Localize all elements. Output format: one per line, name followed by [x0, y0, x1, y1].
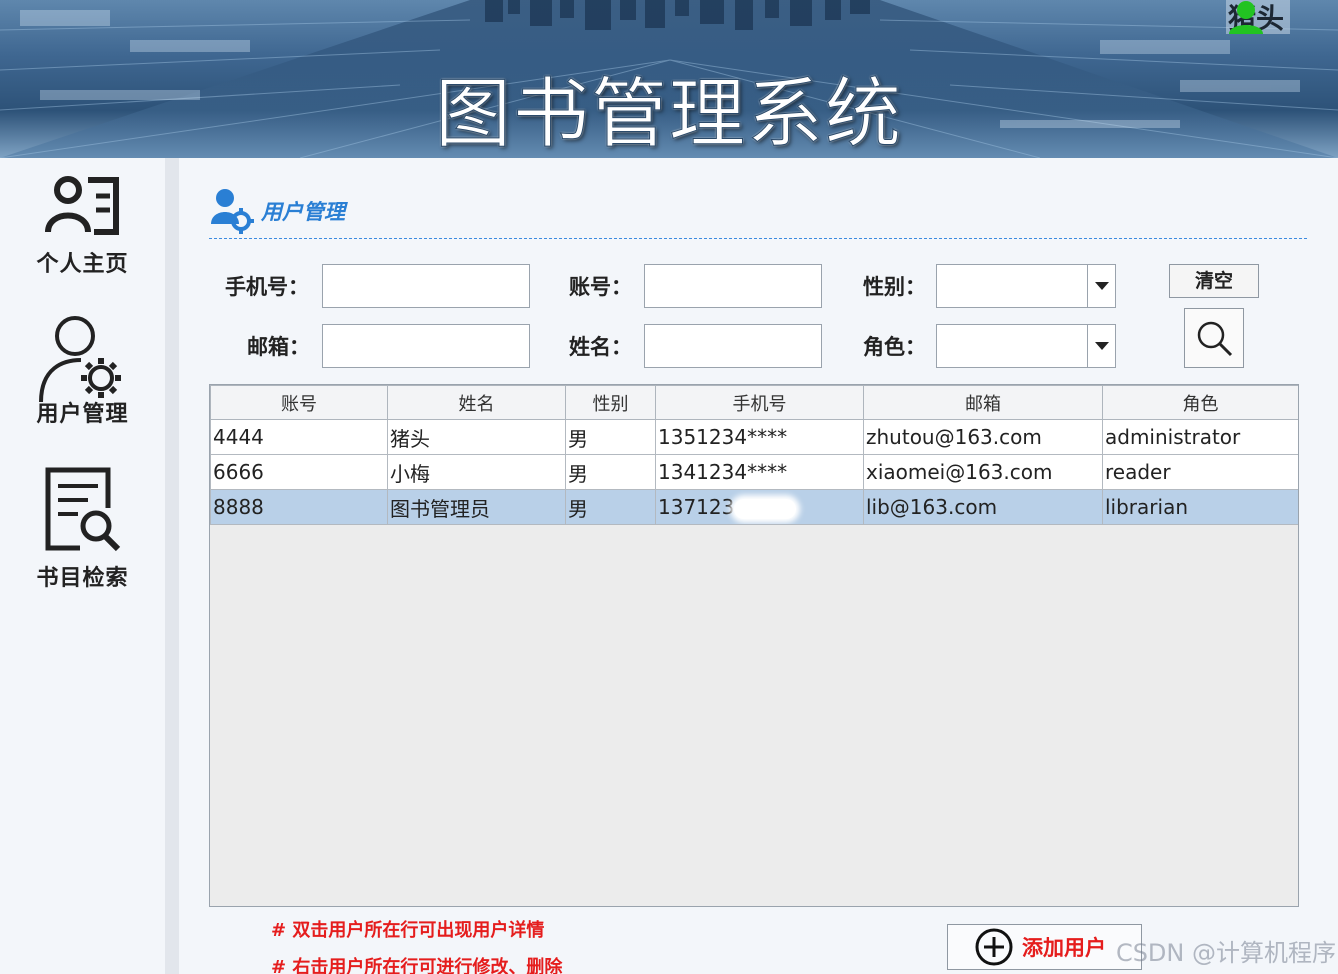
cell-email: xiaomei@163.com: [863, 454, 1103, 490]
sidebar-item-label: 个人主页: [36, 252, 129, 277]
sidebar-item-user-management[interactable]: 用户管理: [0, 312, 165, 428]
watermark: CSDN @计算机程序: [1115, 939, 1336, 967]
cell-name: 猪头: [387, 419, 566, 455]
account-label: 账号：: [569, 275, 632, 299]
sidebar: 个人主页 用户管理 书目检索: [0, 158, 165, 974]
account-input[interactable]: [644, 264, 822, 308]
profile-card-icon: [44, 176, 119, 235]
cell-email: lib@163.com: [863, 489, 1103, 525]
sidebar-item-label: 用户管理: [36, 402, 129, 427]
cell-phone: 1351234****: [655, 419, 864, 455]
column-header-name[interactable]: 姓名: [387, 385, 566, 420]
phone-input[interactable]: [322, 264, 530, 308]
role-label: 角色：: [863, 335, 926, 359]
cell-phone-text: 137123: [658, 495, 735, 519]
column-header-role[interactable]: 角色: [1102, 385, 1298, 420]
users-gear-icon: [211, 189, 254, 234]
main-content: 用户管理 手机号： 账号： 性别： 清空 邮箱： 姓名： 角色： 账号 姓名 性…: [179, 158, 1338, 974]
user-icon: [1228, 1, 1263, 34]
section-title: 用户管理: [261, 200, 345, 224]
chevron-down-icon[interactable]: [1087, 325, 1115, 367]
header-banner: 图书管理系统 猪头: [0, 0, 1338, 158]
cell-role: reader: [1102, 454, 1298, 490]
add-user-button[interactable]: 添加用户: [947, 924, 1142, 970]
cell-name: 小梅: [387, 454, 566, 490]
document-search-icon: [45, 467, 120, 552]
column-header-phone[interactable]: 手机号: [655, 385, 864, 420]
cell-phone: 1341234****: [655, 454, 864, 490]
name-input[interactable]: [644, 324, 822, 368]
table-row-selected[interactable]: 8888 图书管理员 男 137123 lib@163.com libraria…: [210, 489, 1298, 525]
cell-role: administrator: [1102, 419, 1298, 455]
cell-email: zhutou@163.com: [863, 419, 1103, 455]
add-user-label: 添加用户: [1022, 936, 1106, 960]
table-header-row: 账号 姓名 性别 手机号 邮箱 角色: [210, 385, 1298, 420]
gender-select[interactable]: [936, 264, 1116, 308]
cell-gender: 男: [565, 489, 656, 525]
cell-gender: 男: [565, 454, 656, 490]
search-button[interactable]: [1184, 308, 1244, 368]
cell-gender: 男: [565, 419, 656, 455]
column-header-gender[interactable]: 性别: [565, 385, 656, 420]
sidebar-item-book-search[interactable]: 书目检索: [0, 464, 165, 592]
redaction-blur: [734, 498, 797, 519]
section-divider: [209, 238, 1307, 239]
table-row[interactable]: 6666 小梅 男 1341234**** xiaomei@163.com re…: [210, 454, 1298, 490]
gender-label: 性别：: [863, 275, 926, 299]
hint-right-click: # 右击用户所在行可进行修改、删除: [271, 957, 563, 974]
cell-account: 8888: [210, 489, 388, 525]
cell-role: librarian: [1102, 489, 1298, 525]
user-table[interactable]: 账号 姓名 性别 手机号 邮箱 角色 4444 猪头 男 1351234****…: [209, 384, 1299, 907]
email-input[interactable]: [322, 324, 530, 368]
cell-phone: 137123: [655, 489, 864, 525]
cell-account: 6666: [210, 454, 388, 490]
name-label: 姓名：: [569, 335, 632, 359]
hint-double-click: # 双击用户所在行可出现用户详情: [271, 920, 545, 941]
section-header: 用户管理: [209, 188, 345, 234]
sidebar-item-profile[interactable]: 个人主页: [0, 172, 165, 278]
sidebar-item-label: 书目检索: [36, 566, 129, 591]
plus-circle-icon: [975, 928, 1013, 966]
email-label: 邮箱：: [247, 335, 310, 359]
user-gear-icon: [38, 316, 121, 403]
column-header-email[interactable]: 邮箱: [863, 385, 1103, 420]
role-select[interactable]: [936, 324, 1116, 368]
cell-name: 图书管理员: [387, 489, 566, 525]
column-header-account[interactable]: 账号: [210, 385, 388, 420]
table-row[interactable]: 4444 猪头 男 1351234**** zhutou@163.com adm…: [210, 419, 1298, 455]
sidebar-divider: [165, 158, 179, 974]
search-icon: [1197, 321, 1233, 357]
app-title: 图书管理系统: [435, 69, 903, 159]
current-user-badge[interactable]: 猪头: [1225, 0, 1290, 35]
phone-label: 手机号：: [225, 275, 309, 299]
clear-button[interactable]: 清空: [1169, 264, 1259, 298]
cell-account: 4444: [210, 419, 388, 455]
chevron-down-icon[interactable]: [1087, 265, 1115, 307]
